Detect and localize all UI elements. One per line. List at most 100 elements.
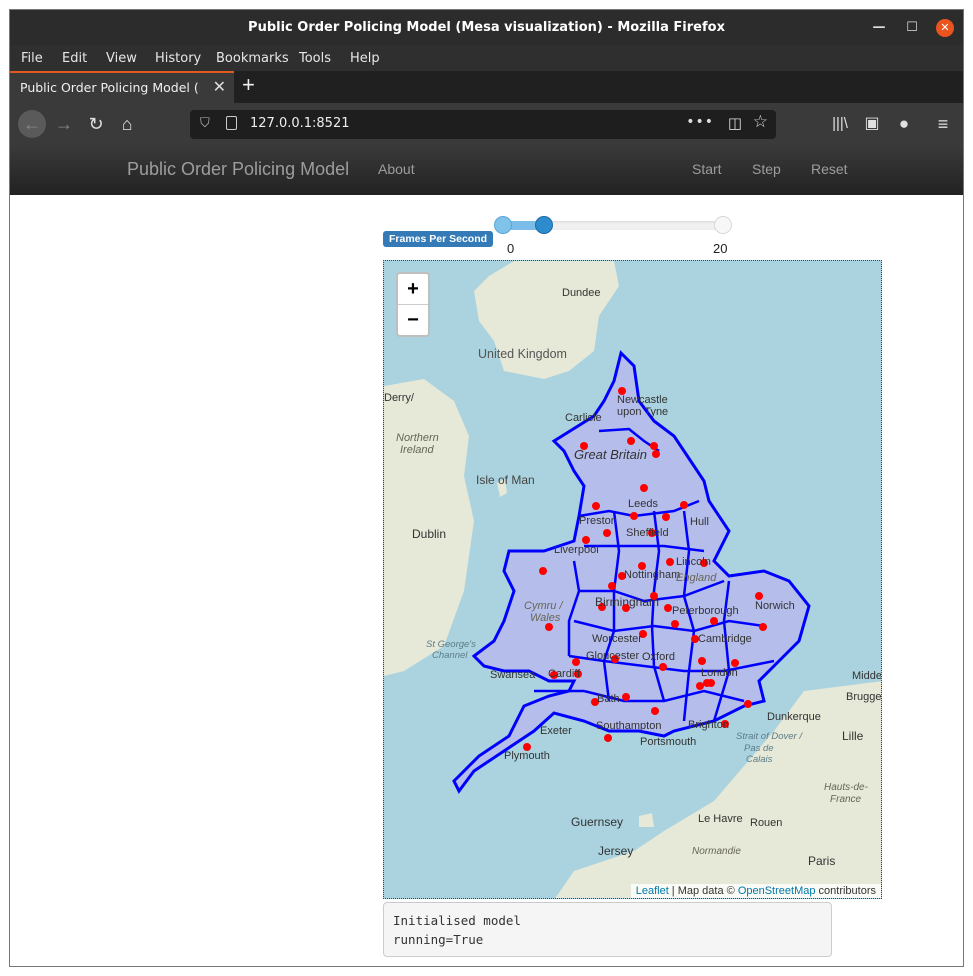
map-label-hull: Hull [690, 516, 709, 528]
map-label-rouen: Rouen [750, 817, 783, 829]
map-label-great-britain: Great Britain [574, 447, 647, 462]
zoom-in-button[interactable]: + [398, 274, 428, 305]
map-label-brugge: Brugge [846, 691, 882, 703]
map-label-sheffield: Sheffield [626, 527, 669, 539]
start-button[interactable]: Start [692, 161, 722, 177]
tab-strip: Public Order Policing Model (Mesa visual… [10, 71, 963, 103]
map-label-lille: Lille [842, 729, 864, 743]
map-label-ni-1: Northern [396, 432, 439, 444]
about-link[interactable]: About [378, 161, 415, 177]
menu-tools[interactable]: Tools [299, 51, 331, 66]
menu-bookmarks[interactable]: Bookmarks [216, 51, 289, 66]
menu-edit[interactable]: Edit [62, 51, 87, 66]
menu-view[interactable]: View [106, 51, 137, 66]
map-label-england: England [676, 572, 717, 584]
tab-label: Public Order Policing Model (Mesa visual… [20, 80, 200, 95]
map-label-gloucester: Gloucester [586, 650, 640, 662]
zoom-out-button[interactable]: − [398, 305, 428, 335]
zoom-control: + − [396, 272, 430, 337]
close-icon[interactable]: ✕ [936, 19, 954, 37]
fps-slider[interactable] [494, 216, 732, 234]
map-label-strait-2: Pas de [744, 743, 774, 754]
address-bar[interactable]: ⛉ 127.0.0.1:8521 ••• ◫ ☆ [190, 110, 776, 139]
map-label-birmingham: Birmingham [595, 595, 660, 609]
map-label-strait-1: Strait of Dover / [736, 731, 802, 742]
log-line-1: Initialised model [393, 913, 521, 928]
map-label-uk: United Kingdom [478, 347, 567, 361]
map-label-preston: Preston [579, 515, 617, 527]
step-button[interactable]: Step [752, 161, 781, 177]
back-icon[interactable]: ← [18, 110, 46, 138]
map-label-newcastle-1: Newcastle [617, 394, 668, 406]
tab-active[interactable]: Public Order Policing Model (Mesa visual… [10, 71, 234, 103]
sidebar-icon[interactable]: ▣ [860, 112, 884, 136]
leaflet-link[interactable]: Leaflet [636, 885, 669, 897]
navigation-bar: ← → ↻ ⌂ ⛉ 127.0.0.1:8521 ••• ◫ ☆ |||\ ▣ … [10, 103, 963, 145]
title-bar: Public Order Policing Model (Mesa visual… [10, 10, 963, 45]
fps-max-label: 20 [713, 241, 728, 256]
window-title: Public Order Policing Model (Mesa visual… [248, 20, 725, 35]
map-label-swansea: Swansea [490, 669, 536, 681]
menu-bar: File Edit View History Bookmarks Tools H… [10, 45, 963, 71]
new-tab-icon[interactable]: + [242, 72, 255, 98]
map-label-stgeorges-1: St George's [426, 639, 476, 650]
library-icon[interactable]: |||\ [828, 112, 852, 136]
menu-file[interactable]: File [21, 51, 43, 66]
tab-close-icon[interactable]: ✕ [213, 77, 226, 96]
minimize-icon[interactable]: — [870, 19, 888, 37]
menu-help[interactable]: Help [350, 51, 380, 66]
attribution-text: | Map data © [668, 885, 738, 897]
brand-title[interactable]: Public Order Policing Model [127, 159, 349, 180]
shield-icon[interactable]: ⛉ [200, 116, 210, 131]
map-label-derry: Derry/ [384, 392, 414, 404]
account-icon[interactable]: ● [892, 112, 916, 136]
forward-icon[interactable]: → [52, 112, 76, 136]
map-label-cardiff: Cardiff [548, 668, 581, 680]
map-label-norwich: Norwich [755, 600, 795, 612]
map-label-guernsey: Guernsey [571, 815, 624, 829]
map-label-oxford: Oxford [642, 651, 676, 663]
menu-hamburger-icon[interactable]: ≡ [931, 112, 955, 136]
map-label-liverpool: Liverpool [554, 544, 599, 556]
page-actions-icon[interactable]: ••• [686, 114, 714, 130]
land-scotland [474, 261, 619, 379]
map-label-dunkerque: Dunkerque [767, 711, 821, 723]
map-label-stgeorges-2: Channel [432, 650, 468, 661]
fps-label: Frames Per Second [383, 231, 494, 247]
browser-window: Public Order Policing Model (Mesa visual… [9, 9, 964, 967]
openstreetmap-link[interactable]: OpenStreetMap [738, 885, 816, 897]
fps-slider-handle[interactable] [535, 216, 553, 234]
map-label-southampton: Southampton [596, 720, 662, 732]
map-label-ni-2: Ireland [400, 444, 434, 456]
map-label-wales-1: Cymru / [524, 600, 563, 612]
map-label-hauts-1: Hauts-de- [824, 782, 868, 793]
url-text[interactable]: 127.0.0.1:8521 [250, 116, 350, 131]
log-line-2: running=True [393, 932, 484, 947]
menu-history[interactable]: History [155, 51, 201, 66]
map-label-cambridge: Cambridge [698, 633, 752, 645]
maximize-icon[interactable]: ☐ [903, 19, 921, 37]
reset-button[interactable]: Reset [811, 161, 848, 177]
map-label-newcastle-2: upon Tyne [617, 406, 669, 418]
reload-icon[interactable]: ↻ [84, 112, 108, 136]
bookmark-star-icon[interactable]: ☆ [753, 112, 768, 132]
map-container[interactable]: Dundee United Kingdom Derry/ Newcastle u… [383, 260, 882, 899]
map-label-normandie: Normandie [692, 846, 741, 857]
map-label-portsmouth: Portsmouth [640, 736, 697, 748]
map-label-hauts-2: France [830, 794, 862, 805]
map-attribution: Leaflet | Map data © OpenStreetMap contr… [630, 884, 881, 898]
map-label-plymouth: Plymouth [504, 750, 550, 762]
fps-slider-min-handle[interactable] [494, 216, 512, 234]
map-label-lincoln: Lincoln [676, 556, 711, 568]
home-icon[interactable]: ⌂ [115, 112, 139, 136]
map-label-le-havre: Le Havre [698, 813, 743, 825]
attribution-contributors: contributors [815, 885, 876, 897]
fps-min-label: 0 [507, 241, 515, 256]
map-label-london: London [701, 667, 738, 679]
map-label-bath: Bath [597, 693, 620, 705]
map-label-jersey: Jersey [598, 844, 634, 858]
map-label-exeter: Exeter [540, 725, 572, 737]
map-label-leeds: Leeds [628, 498, 658, 510]
fps-slider-max-handle[interactable] [714, 216, 732, 234]
pocket-icon[interactable]: ◫ [728, 114, 742, 132]
